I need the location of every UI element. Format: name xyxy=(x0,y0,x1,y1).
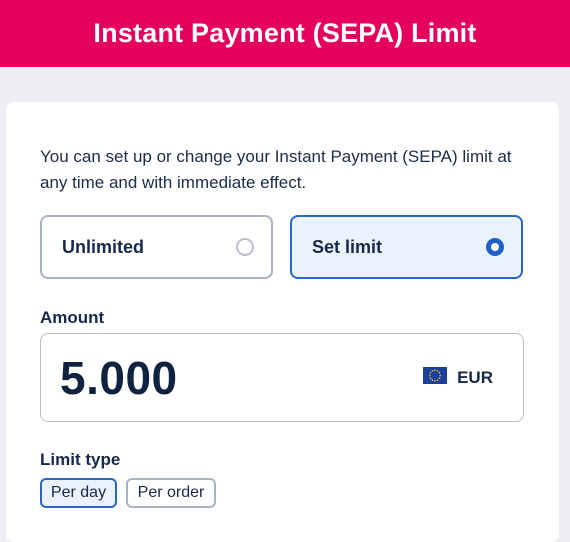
limit-card: You can set up or change your Instant Pa… xyxy=(6,102,559,542)
currency-code: EUR xyxy=(457,367,493,387)
per-order-chip[interactable]: Per order xyxy=(126,478,216,508)
set-limit-option[interactable]: Set limit xyxy=(290,215,523,279)
amount-value: 5.000 xyxy=(60,351,178,404)
eu-flag-icon xyxy=(423,366,448,389)
set-limit-radio[interactable] xyxy=(486,238,504,256)
currency-selector[interactable]: EUR xyxy=(423,366,493,389)
page-title: Instant Payment (SEPA) Limit xyxy=(93,18,477,48)
limit-type-label: Limit type xyxy=(40,450,121,469)
unlimited-option[interactable]: Unlimited xyxy=(40,215,273,279)
unlimited-option-label: Unlimited xyxy=(62,236,145,257)
amount-input[interactable]: 5.000 EUR xyxy=(40,333,524,422)
intro-text: You can set up or change your Instant Pa… xyxy=(40,147,512,192)
per-day-chip[interactable]: Per day xyxy=(40,478,117,508)
app-header: Instant Payment (SEPA) Limit xyxy=(0,0,570,67)
amount-label: Amount xyxy=(40,308,105,327)
unlimited-radio[interactable] xyxy=(236,238,254,256)
set-limit-option-label: Set limit xyxy=(312,236,383,257)
